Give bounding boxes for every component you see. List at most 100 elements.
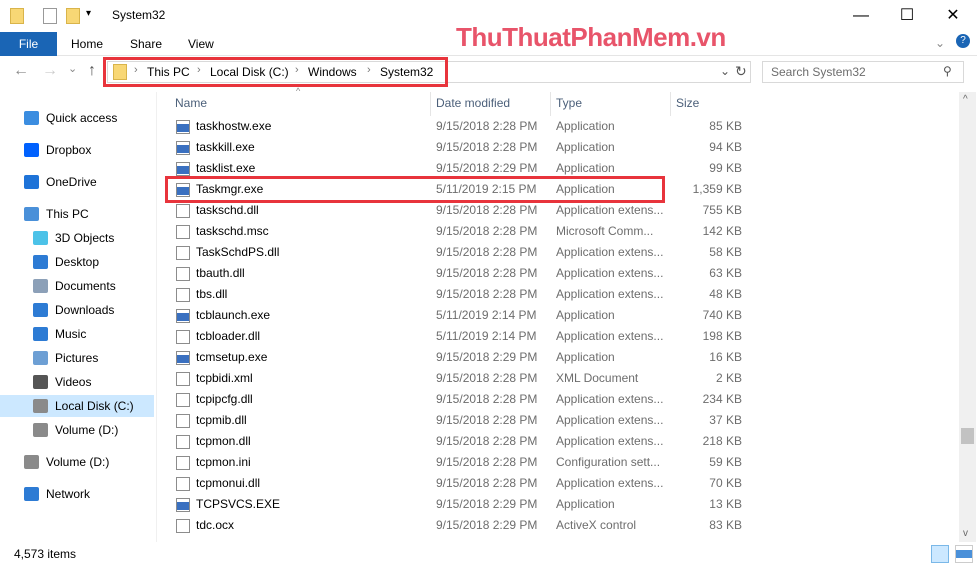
column-header-type[interactable]: Type (556, 96, 582, 116)
tab-home[interactable]: Home (71, 32, 103, 56)
sidebar-item-label: Pictures (55, 351, 99, 365)
tab-share[interactable]: Share (130, 32, 162, 56)
file-row[interactable]: taskschd.dll 9/15/2018 2:28 PM Application… (166, 200, 742, 221)
file-row[interactable]: tbs.dll 9/15/2018 2:28 PM Application exte… (166, 284, 742, 305)
search-input[interactable]: Search System32 (762, 61, 964, 83)
search-icon: ⚲ (943, 64, 952, 78)
file-row[interactable]: taskkill.exe 9/15/2018 2:28 PM Application… (166, 137, 742, 158)
sidebar-item[interactable]: Dropbox (0, 139, 154, 161)
file-row[interactable]: TaskSchdPS.dll 9/15/2018 2:28 PM Applicati… (166, 242, 742, 263)
file-name: tcpbidi.xml (196, 371, 253, 385)
dll-file-icon (176, 204, 190, 218)
breadcrumb-local-disk[interactable]: Local Disk (C:) (210, 65, 289, 79)
properties-icon[interactable] (43, 8, 57, 24)
sidebar-item[interactable]: Local Disk (C:) (0, 395, 154, 417)
file-row[interactable]: tcpipcfg.dll 9/15/2018 2:28 PM Application… (166, 389, 742, 410)
minimize-button[interactable]: — (838, 4, 884, 28)
sidebar-item[interactable]: Downloads (0, 299, 154, 321)
close-button[interactable]: ✕ (930, 4, 976, 28)
desktop-icon (33, 255, 48, 269)
file-row[interactable]: tdc.ocx 9/15/2018 2:29 PM ActiveX control 8… (166, 515, 742, 536)
breadcrumb-this-pc[interactable]: This PC (147, 65, 190, 79)
chevron-right-icon: › (197, 64, 201, 76)
new-folder-icon[interactable] (66, 8, 80, 24)
file-date: 9/15/2018 2:28 PM (436, 245, 538, 259)
sort-ascending-icon: ^ (296, 86, 301, 96)
file-name: taskkill.exe (196, 140, 255, 154)
column-header-size[interactable]: Size (676, 96, 699, 116)
refresh-button[interactable]: ↻ (735, 63, 747, 80)
file-type: Application extens... (556, 329, 664, 343)
file-size: 740 KB (702, 308, 742, 322)
file-type: Application (556, 497, 615, 511)
sidebar-item[interactable]: 3D Objects (0, 227, 154, 249)
vertical-scrollbar[interactable] (959, 92, 976, 542)
file-date: 9/15/2018 2:29 PM (436, 497, 538, 511)
file-row[interactable]: tcblaunch.exe 5/11/2019 2:14 PM Applicatio… (166, 305, 742, 326)
details-view-button[interactable] (931, 545, 949, 563)
dll-file-icon (176, 435, 190, 449)
column-header-date[interactable]: Date modified (436, 96, 510, 116)
recent-locations-button[interactable]: ⌄ (68, 62, 77, 75)
download-icon (33, 303, 48, 317)
file-size: 63 KB (709, 266, 742, 280)
sidebar-item[interactable]: Pictures (0, 347, 154, 369)
sidebar-item[interactable]: OneDrive (0, 171, 154, 193)
file-file-icon (176, 372, 190, 386)
file-type: Application (556, 140, 615, 154)
scrollbar-thumb[interactable] (961, 428, 974, 444)
file-row[interactable]: tcpmonui.dll 9/15/2018 2:28 PM Application… (166, 473, 742, 494)
file-size: 234 KB (702, 392, 742, 406)
file-tab[interactable]: File (0, 32, 57, 56)
file-size: 198 KB (702, 329, 742, 343)
breadcrumb-system32[interactable]: System32 (380, 65, 433, 79)
file-row[interactable]: tcpbidi.xml 9/15/2018 2:28 PM XML Document… (166, 368, 742, 389)
file-row[interactable]: tcmsetup.exe 9/15/2018 2:29 PM Application… (166, 347, 742, 368)
help-icon[interactable]: ? (956, 34, 970, 48)
exe-file-icon (176, 351, 190, 365)
sidebar-item[interactable]: Volume (D:) (0, 419, 154, 441)
dll-file-icon (176, 519, 190, 533)
file-row[interactable]: tcbloader.dll 5/11/2019 2:14 PM Applicatio… (166, 326, 742, 347)
file-row[interactable]: TCPSVCS.EXE 9/15/2018 2:29 PM Application 1… (166, 494, 742, 515)
column-divider (430, 92, 431, 116)
column-header-name[interactable]: Name (175, 96, 207, 116)
collapse-ribbon-icon[interactable]: ⌄ (935, 36, 945, 50)
sidebar-item[interactable]: This PC (0, 203, 154, 225)
scroll-up-icon[interactable]: ^ (963, 94, 968, 105)
sidebar-item[interactable]: Videos (0, 371, 154, 393)
scroll-down-icon[interactable]: v (963, 528, 968, 539)
file-date: 9/15/2018 2:29 PM (436, 350, 538, 364)
large-icons-view-button[interactable] (955, 545, 973, 563)
file-row[interactable]: tcpmib.dll 9/15/2018 2:28 PM Application e… (166, 410, 742, 431)
address-dropdown-icon[interactable]: ⌄ (720, 64, 730, 78)
music-icon (33, 327, 48, 341)
file-name: tcpmon.dll (196, 434, 251, 448)
sidebar-item[interactable]: Volume (D:) (0, 451, 154, 473)
file-row[interactable]: tdh.dll 5/11/2019 2:14 PM Application exte… (166, 536, 742, 540)
back-button[interactable]: ← (13, 62, 29, 80)
dll-file-icon (176, 477, 190, 491)
sidebar-item[interactable]: Desktop (0, 251, 154, 273)
chevron-right-icon: › (367, 64, 371, 76)
forward-button[interactable]: → (42, 62, 58, 80)
file-type: Application (556, 119, 615, 133)
sidebar-item[interactable]: Network (0, 483, 154, 505)
sidebar-item[interactable]: Documents (0, 275, 154, 297)
sidebar-item[interactable]: Music (0, 323, 154, 345)
customize-toolbar-icon[interactable]: ▾ (86, 8, 91, 19)
file-row[interactable]: taskschd.msc 9/15/2018 2:28 PM Microsoft C… (166, 221, 742, 242)
file-row[interactable]: taskhostw.exe 9/15/2018 2:28 PM Applicatio… (166, 116, 742, 137)
file-row[interactable]: tbauth.dll 9/15/2018 2:28 PM Application e… (166, 263, 742, 284)
file-row[interactable]: tcpmon.dll 9/15/2018 2:28 PM Application e… (166, 431, 742, 452)
file-size: 755 KB (666, 536, 742, 540)
breadcrumb-windows[interactable]: Windows (308, 65, 357, 79)
sidebar-item[interactable]: Quick access (0, 107, 154, 129)
column-divider (670, 92, 671, 116)
tab-view[interactable]: View (188, 32, 214, 56)
file-type: Application extens... (556, 266, 664, 280)
file-date: 9/15/2018 2:28 PM (436, 413, 538, 427)
maximize-button[interactable]: ☐ (884, 4, 930, 28)
file-row[interactable]: tcpmon.ini 9/15/2018 2:28 PM Configuration… (166, 452, 742, 473)
up-button[interactable]: ↑ (88, 62, 96, 80)
